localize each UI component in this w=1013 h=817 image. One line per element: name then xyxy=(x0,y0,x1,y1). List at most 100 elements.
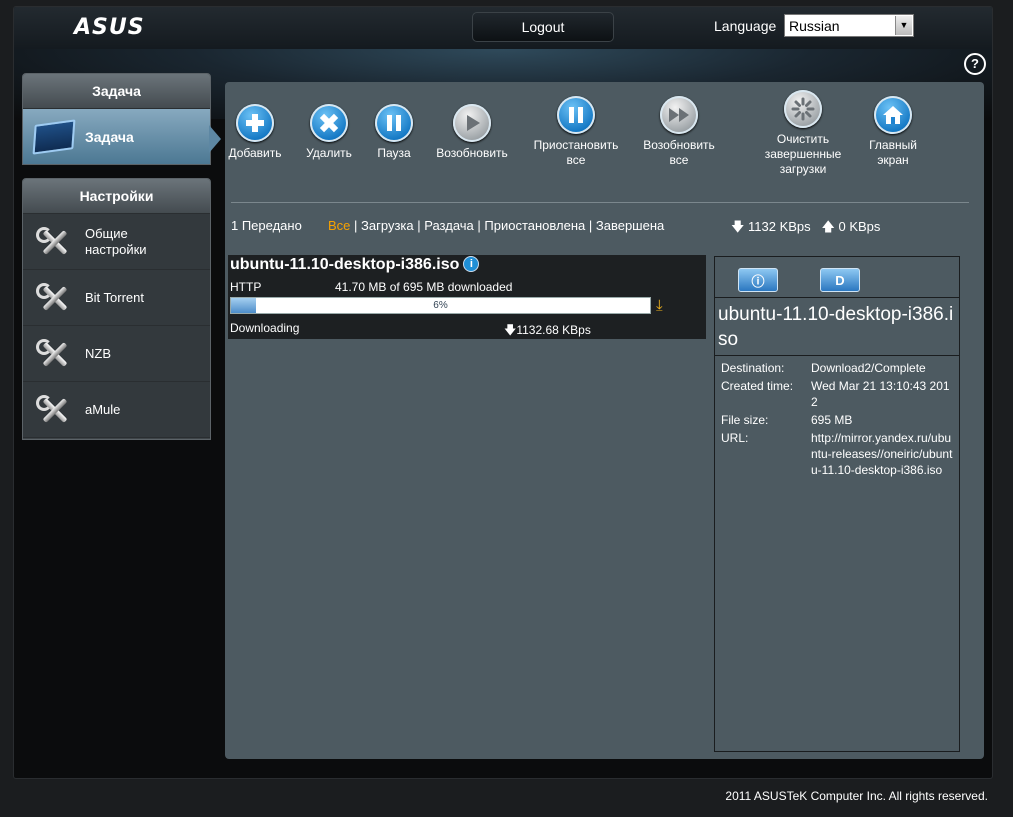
download-protocol: HTTP xyxy=(230,280,262,294)
task-icon xyxy=(32,118,76,155)
arrow-down-icon: 🡇 xyxy=(731,219,745,234)
detail-value: Wed Mar 21 13:10:43 2012 xyxy=(811,379,950,409)
arrow-down-icon: 🡇 xyxy=(504,323,517,337)
add-label: Добавить xyxy=(228,146,282,160)
detail-key: File size: xyxy=(721,413,769,427)
sidebar-item-nzb[interactable]: NZB xyxy=(23,326,210,382)
pause-all-icon xyxy=(557,96,595,134)
plus-icon xyxy=(236,104,274,142)
sidebar-item-label: Общие настройки xyxy=(85,225,147,257)
active-pointer xyxy=(209,125,221,153)
detail-row: File size: 695 MB xyxy=(721,412,953,428)
logout-button[interactable]: Logout xyxy=(472,12,614,42)
sidebar-settings-heading: Настройки xyxy=(23,179,210,214)
clear-completed-button[interactable]: Очистить завершенные загрузки xyxy=(757,90,849,177)
filter-separator: | xyxy=(588,218,596,233)
detail-row: URL: http://mirror.yandex.ru/ubuntu-relea… xyxy=(721,430,953,478)
help-icon[interactable]: ? xyxy=(964,53,986,75)
download-speed-row: 🡇1132.68 KBps xyxy=(504,321,591,342)
sidebar-settings-group: Настройки Общие настройки Bit Torrent NZ… xyxy=(22,178,211,440)
pause-all-button[interactable]: Приостановить все xyxy=(530,96,622,168)
detail-value: 695 MB xyxy=(811,413,853,427)
sidebar-item-bittorrent[interactable]: Bit Torrent xyxy=(23,270,210,326)
transfer-count: 1 Передано xyxy=(231,218,302,233)
download-icon[interactable]: ⤓ xyxy=(656,298,663,313)
filter-paused[interactable]: Приостановлена xyxy=(484,218,585,233)
info-tab-icon[interactable]: ⓘ xyxy=(738,268,778,292)
tools-icon xyxy=(36,225,72,259)
filter-separator: | xyxy=(354,218,362,233)
home-button[interactable]: Главный экран xyxy=(861,96,925,168)
info-icon[interactable]: i xyxy=(463,256,480,272)
sidebar-item-label: aMule xyxy=(85,402,121,417)
copyright-footer: 2011 ASUSTeK Computer Inc. All rights re… xyxy=(725,789,988,803)
toolbar-divider xyxy=(231,202,969,203)
fast-forward-icon xyxy=(660,96,698,134)
detail-key: Destination: xyxy=(721,361,785,375)
sidebar-item-label: Задача xyxy=(85,128,134,145)
tools-icon xyxy=(36,281,72,315)
language-select[interactable]: Russian ▼ xyxy=(784,14,914,37)
sidebar-task-group: Задача Задача xyxy=(22,73,211,165)
details-tab-icon[interactable]: D xyxy=(820,268,860,292)
clear-completed-label: Очистить завершенные загрузки xyxy=(764,132,842,176)
language-label: Language xyxy=(714,18,777,34)
tools-icon xyxy=(36,337,72,371)
home-label: Главный экран xyxy=(869,138,917,167)
pause-label: Пауза xyxy=(377,146,411,160)
filter-links: Все | Загрузка | Раздача | Приостановлен… xyxy=(328,218,664,233)
tools-icon xyxy=(36,393,72,427)
sidebar-item-general-settings[interactable]: Общие настройки xyxy=(23,214,210,270)
pause-button[interactable]: Пауза xyxy=(369,104,419,161)
delete-button[interactable]: Удалить xyxy=(299,104,359,161)
detail-value: Download2/Complete xyxy=(811,361,926,375)
detail-file-name: ubuntu-11.10-desktop-i386.iso xyxy=(715,298,959,356)
detail-key: Created time: xyxy=(721,379,794,393)
download-name: ubuntu-11.10-desktop-i386.iso i xyxy=(230,256,480,274)
delete-label: Удалить xyxy=(306,146,352,160)
detail-value: http://mirror.yandex.ru/ubuntu-releases/… xyxy=(811,431,953,477)
filter-all[interactable]: Все xyxy=(328,218,350,233)
sidebar-item-task[interactable]: Задача xyxy=(23,109,210,164)
download-size: 41.70 MB of 695 MB downloaded xyxy=(335,280,513,294)
add-button[interactable]: Добавить xyxy=(225,104,285,161)
filter-download[interactable]: Загрузка xyxy=(361,218,414,233)
resume-label: Возобновить xyxy=(436,146,508,160)
download-item[interactable]: ubuntu-11.10-desktop-i386.iso i HTTP 41.7… xyxy=(228,255,706,339)
sidebar-item-label: Bit Torrent xyxy=(85,290,145,305)
language-value: Russian xyxy=(789,18,840,34)
upload-speed: 0 KBps xyxy=(838,219,881,234)
resume-all-label: Возобновить все xyxy=(643,138,715,167)
main-panel: Добавить Удалить Пауза Возобновить Приос… xyxy=(225,82,984,759)
loading-icon xyxy=(784,90,822,128)
download-status: Downloading xyxy=(230,321,300,335)
filter-seed[interactable]: Раздача xyxy=(424,218,474,233)
detail-panel: ⓘ D ubuntu-11.10-desktop-i386.iso Destin… xyxy=(714,256,960,752)
detail-key: URL: xyxy=(721,431,749,445)
detail-row: Created time: Wed Mar 21 13:10:43 2012 xyxy=(721,378,953,410)
resume-all-button[interactable]: Возобновить все xyxy=(638,96,720,168)
progress-percent: 6% xyxy=(433,300,448,311)
sidebar-task-heading: Задача xyxy=(23,74,210,109)
app-frame: ASUS Logout Language Russian ▼ ? Задача … xyxy=(13,6,993,779)
progress-bar: 6% xyxy=(230,297,651,314)
close-icon xyxy=(310,104,348,142)
filter-finished[interactable]: Завершена xyxy=(596,218,664,233)
download-speed-text: 1132.68 KBps xyxy=(516,323,591,337)
sidebar-item-amule[interactable]: aMule xyxy=(23,382,210,438)
detail-row: Destination: Download2/Complete xyxy=(721,360,953,376)
resume-button[interactable]: Возобновить xyxy=(432,104,512,161)
detail-tabs: ⓘ D xyxy=(715,257,959,298)
chevron-down-icon[interactable]: ▼ xyxy=(895,16,912,35)
detail-table: Destination: Download2/Complete Created t… xyxy=(715,356,959,484)
arrow-up-icon: 🡅 xyxy=(821,219,835,234)
top-bar: ASUS Logout Language Russian ▼ xyxy=(14,7,992,49)
play-icon xyxy=(453,104,491,142)
home-icon xyxy=(874,96,912,134)
pause-all-label: Приостановить все xyxy=(533,138,619,167)
download-speed: 1132 KBps xyxy=(748,219,811,234)
sidebar-item-label: NZB xyxy=(85,346,111,361)
asus-logo: ASUS xyxy=(74,15,145,40)
download-name-text: ubuntu-11.10-desktop-i386.iso xyxy=(230,256,460,273)
speed-summary: 🡇 1132 KBps 🡅 0 KBps xyxy=(731,218,880,240)
